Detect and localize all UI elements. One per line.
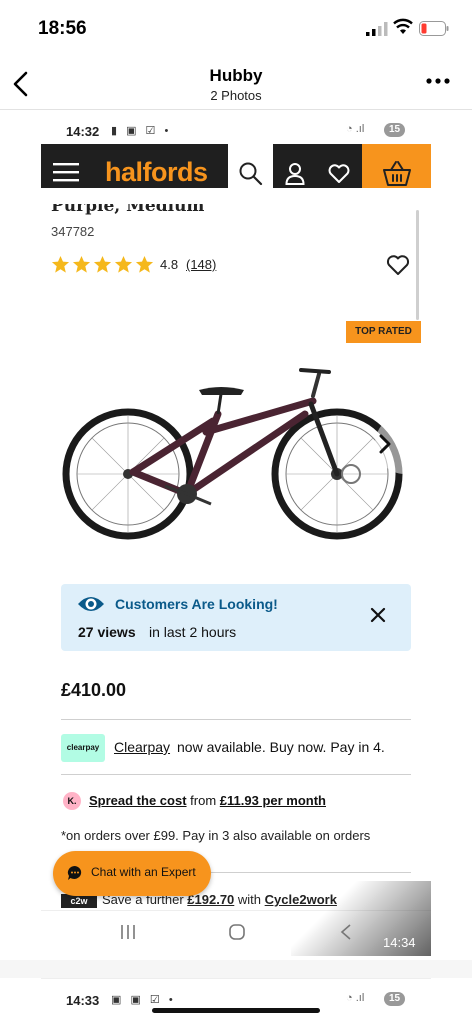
next-photo-notification-icons: ▣ ▣ ☑ • xyxy=(111,994,176,1006)
finance-note: *on orders over £99. Pay in 3 also avail… xyxy=(61,828,371,843)
menu-icon[interactable] xyxy=(53,162,79,182)
ios-clock: 18:56 xyxy=(38,18,87,39)
photo-screenshot[interactable]: 14:32 ▮ ▣ ☑ • ◔ .ıl 15 halfords Purple, … xyxy=(41,114,431,956)
star-icon xyxy=(135,255,154,273)
product-code: 347782 xyxy=(51,224,95,239)
review-count-link[interactable]: (148) xyxy=(186,257,216,272)
chevron-right-icon[interactable] xyxy=(361,414,405,474)
next-photo-battery-badge: 15 xyxy=(384,992,405,1006)
user-icon[interactable] xyxy=(285,162,305,186)
next-photo-signal-icon: ◔ .ıl xyxy=(346,992,365,1004)
alert-title: Customers Are Looking! xyxy=(115,596,278,612)
cycle2work-logo: c2w xyxy=(61,894,97,908)
klarna-from: from xyxy=(190,793,217,808)
star-icon xyxy=(114,255,133,273)
divider xyxy=(61,774,411,775)
album-subtitle: 2 Photos xyxy=(210,88,262,103)
alert-views-count: 27 views xyxy=(78,624,136,640)
android-nav-bar: 14:34 xyxy=(41,881,431,956)
name-clip-mask xyxy=(41,188,431,204)
product-price: £410.00 xyxy=(61,680,127,700)
more-icon[interactable] xyxy=(424,74,452,88)
klarna-logo: K. xyxy=(63,792,81,810)
android-back-icon[interactable] xyxy=(339,923,353,941)
recent-apps-icon[interactable] xyxy=(119,923,137,941)
android-clock: 14:32 xyxy=(66,124,100,139)
klarna-text: Spread the cost from £11.93 per month xyxy=(89,793,326,808)
android-signal-icon: ◔ .ıl xyxy=(346,123,365,135)
top-rated-badge: TOP RATED xyxy=(346,321,421,343)
next-photo-clock: 14:33 xyxy=(66,993,100,1008)
wishlist-heart-icon[interactable] xyxy=(386,254,410,276)
alert-views-text: in last 2 hours xyxy=(149,624,237,640)
home-icon[interactable] xyxy=(228,923,246,941)
notification-icons: ▮ ▣ ☑ • xyxy=(111,125,172,137)
wifi-icon xyxy=(393,18,413,34)
scrollbar[interactable] xyxy=(416,210,419,320)
customers-looking-alert: Customers Are Looking! 27 views in last … xyxy=(61,584,411,651)
android-battery-badge: 15 xyxy=(384,123,405,137)
next-photo[interactable]: 14:33 ▣ ▣ ☑ • ◔ .ıl 15 xyxy=(41,978,431,1024)
clearpay-link[interactable]: Clearpay xyxy=(114,739,170,755)
eye-icon xyxy=(78,597,104,611)
chat-expert-label: Chat with an Expert xyxy=(91,865,196,879)
star-icon xyxy=(72,255,91,273)
klarna-amount[interactable]: £11.93 per month xyxy=(220,793,326,808)
back-icon[interactable] xyxy=(10,70,32,98)
photo-gap xyxy=(0,960,472,978)
divider xyxy=(61,719,411,720)
ios-status-bar: 18:56 xyxy=(0,0,472,58)
clearpay-text: now available. Buy now. Pay in 4. xyxy=(177,739,385,755)
halfords-logo[interactable]: halfords xyxy=(105,157,208,188)
home-indicator[interactable] xyxy=(152,1008,320,1013)
rating-value: 4.8 xyxy=(160,257,179,272)
product-bike-image[interactable] xyxy=(61,346,411,546)
heart-icon[interactable] xyxy=(328,164,350,184)
c2w-mid: with xyxy=(237,892,262,907)
cellular-signal-icon xyxy=(366,22,388,36)
close-icon[interactable] xyxy=(368,605,388,625)
album-title: Hubby xyxy=(209,66,263,85)
android-status-bar: 14:32 ▮ ▣ ☑ • ◔ .ıl 15 xyxy=(41,114,431,144)
star-icon xyxy=(51,255,70,273)
clearpay-logo: clearpay xyxy=(61,734,105,762)
basket-icon xyxy=(383,161,411,186)
photo-viewer-header: Hubby 2 Photos xyxy=(0,58,472,110)
search-icon xyxy=(239,162,263,186)
chat-expert-button[interactable]: Chat with an Expert xyxy=(53,851,211,896)
chat-icon xyxy=(67,865,82,880)
battery-low-icon xyxy=(419,21,449,36)
screenshot-time: 14:34 xyxy=(383,935,416,950)
klarna-link[interactable]: Spread the cost xyxy=(89,793,187,808)
star-icon xyxy=(93,255,112,273)
